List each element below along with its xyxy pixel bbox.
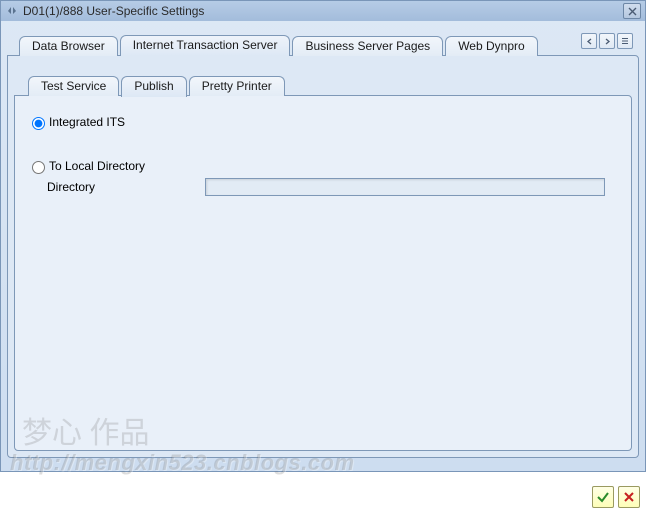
close-button[interactable] [623, 3, 641, 19]
main-panel: Test Service Publish Pretty Printer Inte… [7, 55, 639, 458]
directory-input[interactable] [205, 178, 605, 196]
window-title: D01(1)/888 User-Specific Settings [23, 4, 623, 18]
directory-field-row: Directory [47, 178, 621, 196]
subtab-publish[interactable]: Publish [121, 76, 186, 97]
radio-to-local-directory[interactable] [32, 161, 45, 174]
footer-buttons [592, 486, 640, 508]
tab-scroll-left-button[interactable] [581, 33, 597, 49]
tab-business-server-pages[interactable]: Business Server Pages [292, 36, 443, 56]
radio-integrated-its-row: Integrated ITS [27, 114, 621, 130]
titlebar: D01(1)/888 User-Specific Settings [1, 1, 645, 21]
tab-list-button[interactable] [617, 33, 633, 49]
tab-internet-transaction-server[interactable]: Internet Transaction Server [120, 35, 291, 56]
settings-window: D01(1)/888 User-Specific Settings Data B… [0, 0, 646, 472]
tab-nav [581, 33, 633, 49]
content-area: Data Browser Internet Transaction Server… [1, 21, 645, 464]
subtab-test-service[interactable]: Test Service [28, 76, 119, 96]
directory-label: Directory [47, 180, 205, 194]
subtab-pretty-printer[interactable]: Pretty Printer [189, 76, 285, 96]
radio-integrated-its-label: Integrated ITS [49, 115, 125, 129]
ok-button[interactable] [592, 486, 614, 508]
window-icon [5, 4, 19, 18]
tab-data-browser[interactable]: Data Browser [19, 36, 118, 56]
radio-to-local-directory-label: To Local Directory [49, 159, 145, 173]
tab-scroll-right-button[interactable] [599, 33, 615, 49]
radio-integrated-its[interactable] [32, 117, 45, 130]
publish-panel: Integrated ITS To Local Directory Direct… [14, 95, 632, 451]
main-tab-row: Data Browser Internet Transaction Server… [7, 35, 639, 56]
tab-web-dynpro[interactable]: Web Dynpro [445, 36, 537, 56]
radio-local-dir-row: To Local Directory [27, 158, 621, 174]
cancel-button[interactable] [618, 486, 640, 508]
sub-tab-row: Test Service Publish Pretty Printer [14, 76, 632, 96]
